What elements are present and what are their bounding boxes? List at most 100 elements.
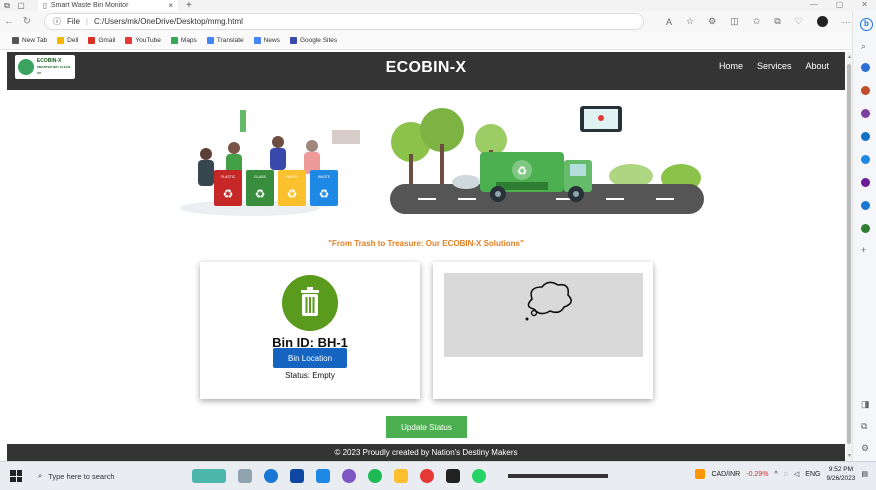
minimize-icon[interactable]: — <box>810 0 818 9</box>
network-icon[interactable]: ◌ <box>784 471 788 478</box>
extensions-icon[interactable]: ⚙ <box>708 16 716 27</box>
bookmark-google-sites[interactable]: Google Sites <box>289 37 338 44</box>
edge-icon[interactable] <box>264 469 278 483</box>
collections-sidebar-icon[interactable] <box>861 63 870 72</box>
scrollbar-thumb[interactable] <box>847 64 851 444</box>
svg-text:♻: ♻ <box>255 187 266 201</box>
phone-map-icon <box>580 106 622 132</box>
bookmark-youtube[interactable]: YouTube <box>125 37 161 44</box>
bookmark-gmail[interactable]: Gmail <box>88 37 115 44</box>
clock[interactable]: 9:52 PM 9/26/2023 <box>826 465 855 483</box>
web-page: ECOBIN-X SMARTER WAY CLEAN UP ECOBIN-X H… <box>7 52 845 461</box>
address-bar-row: ← ↻ ⓘ File | C:/Users/mk/OneDrive/Deskto… <box>0 11 852 32</box>
hide-sidebar-icon[interactable]: ◨ <box>861 399 870 410</box>
info-icon[interactable]: ⓘ <box>53 16 61 27</box>
volume-icon[interactable]: ◁ <box>794 470 799 478</box>
games-icon[interactable] <box>861 132 870 141</box>
search-icon[interactable]: ⌕ <box>861 41 866 52</box>
bookmark-label: Google Sites <box>299 37 338 44</box>
ticker-label[interactable]: CAD/INR <box>711 471 740 478</box>
nav-link-home[interactable]: Home <box>719 61 743 71</box>
thought-bubble-icon <box>525 281 572 321</box>
notifications-icon[interactable]: ▤ <box>861 470 868 478</box>
map-placeholder <box>444 273 643 357</box>
refresh-icon[interactable]: ↻ <box>18 16 36 27</box>
amazon-icon[interactable] <box>446 469 460 483</box>
bookmark-label: YouTube <box>135 37 161 44</box>
close-tab-icon[interactable]: × <box>168 1 173 10</box>
browser-essentials-icon[interactable]: ♡ <box>795 16 803 27</box>
bookmark-dell[interactable]: Dell <box>57 37 78 44</box>
scroll-down-icon[interactable]: ▼ <box>847 453 852 459</box>
tagline: "From Trash to Treasure: Our ECOBIN-X So… <box>328 239 524 248</box>
open-in-window-icon[interactable]: ⧉ <box>861 421 867 432</box>
shopping-icon[interactable] <box>861 86 870 95</box>
designer-icon[interactable] <box>861 178 870 187</box>
weather-widget-icon[interactable] <box>192 469 226 483</box>
file-label: File <box>67 17 80 26</box>
collections-icon[interactable]: ⧉ <box>774 16 780 27</box>
more-icon[interactable]: ··· <box>842 17 851 27</box>
sidebar-settings-icon[interactable]: ⚙ <box>861 443 869 454</box>
bookmark-label: News <box>263 37 280 44</box>
url-text[interactable]: C:/Users/mk/OneDrive/Desktop/mmg.html <box>94 17 243 26</box>
bookmark-news[interactable]: News <box>253 37 280 44</box>
tab-actions-icon[interactable]: ▢ <box>14 1 28 10</box>
bookmark-translate[interactable]: Translate <box>206 37 244 44</box>
taskbar-progress-strip <box>508 474 608 478</box>
language-indicator[interactable]: ENG <box>805 471 820 478</box>
bookmark-favicon-icon <box>88 37 96 44</box>
read-aloud-icon[interactable]: A <box>666 17 672 27</box>
clock-time: 9:52 PM <box>828 466 854 473</box>
favorite-star-icon[interactable]: ☆ <box>686 16 694 27</box>
mail-icon[interactable] <box>316 469 330 483</box>
favorites-icon[interactable]: ✩ <box>753 16 761 27</box>
add-sidebar-app-icon[interactable]: + <box>861 245 866 255</box>
url-divider: | <box>85 17 88 26</box>
ticker-change: -0.29% <box>746 470 769 478</box>
page-scrollbar[interactable]: ▲ ▼ <box>846 52 852 461</box>
edge-sidebar: b ⌕ + ◨ ⧉ ⚙ <box>852 11 876 461</box>
search-icon: ⌕ <box>38 471 43 480</box>
file-explorer-icon[interactable] <box>394 469 408 483</box>
svg-text:♻: ♻ <box>517 164 528 178</box>
address-bar[interactable]: ⓘ File | C:/Users/mk/OneDrive/Desktop/mm… <box>44 13 644 30</box>
store-icon[interactable] <box>290 469 304 483</box>
drop-icon[interactable] <box>861 201 870 210</box>
back-icon[interactable]: ← <box>0 16 18 27</box>
bin-location-button[interactable]: Bin Location <box>273 348 347 368</box>
task-view-icon[interactable] <box>238 469 252 483</box>
update-status-button[interactable]: Update Status <box>386 416 467 438</box>
copilot-icon[interactable]: b <box>860 18 873 31</box>
office-icon[interactable] <box>861 155 870 164</box>
taskbar-search[interactable]: ⌕ Type here to search <box>38 465 184 487</box>
svg-text:♻: ♻ <box>319 187 330 201</box>
chrome-icon[interactable] <box>420 469 434 483</box>
page-icon: ▯ <box>43 2 47 10</box>
tools-icon[interactable] <box>861 109 870 118</box>
whatsapp-icon[interactable] <box>472 469 486 483</box>
bookmark-label: Gmail <box>98 37 116 44</box>
bin-status-text: Status: Empty <box>285 371 335 380</box>
outlook-icon[interactable] <box>861 224 870 233</box>
windows-start-icon[interactable] <box>10 470 22 482</box>
nav-link-services[interactable]: Services <box>757 61 792 71</box>
toolbar: A ☆ ⚙ ◫ ✩ ⧉ ♡ ··· <box>666 16 851 27</box>
tray-chevron-icon[interactable]: ^ <box>774 471 777 478</box>
site-nav: Home Services About <box>719 61 829 71</box>
bookmark-new-tab[interactable]: New Tab <box>12 37 47 44</box>
tab-active[interactable]: ▯ Smart Waste Bin Monitor × <box>38 0 178 11</box>
split-screen-icon[interactable]: ◫ <box>730 16 739 27</box>
scroll-up-icon[interactable]: ▲ <box>847 54 852 60</box>
profile-avatar[interactable] <box>816 16 828 27</box>
system-tray: CAD/INR -0.29% ^ ◌ ◁ ENG 9:52 PM 9/26/20… <box>695 465 868 483</box>
spotify-icon[interactable] <box>368 469 382 483</box>
map-card <box>433 262 653 399</box>
maximize-icon[interactable]: ▢ <box>836 0 844 9</box>
new-tab-icon[interactable]: + <box>186 0 192 11</box>
teams-icon[interactable] <box>342 469 356 483</box>
workspaces-icon[interactable]: ⧉ <box>0 1 14 11</box>
bookmark-maps[interactable]: Maps <box>170 37 197 44</box>
nav-link-about[interactable]: About <box>805 61 829 71</box>
close-window-icon[interactable]: ✕ <box>861 0 868 9</box>
